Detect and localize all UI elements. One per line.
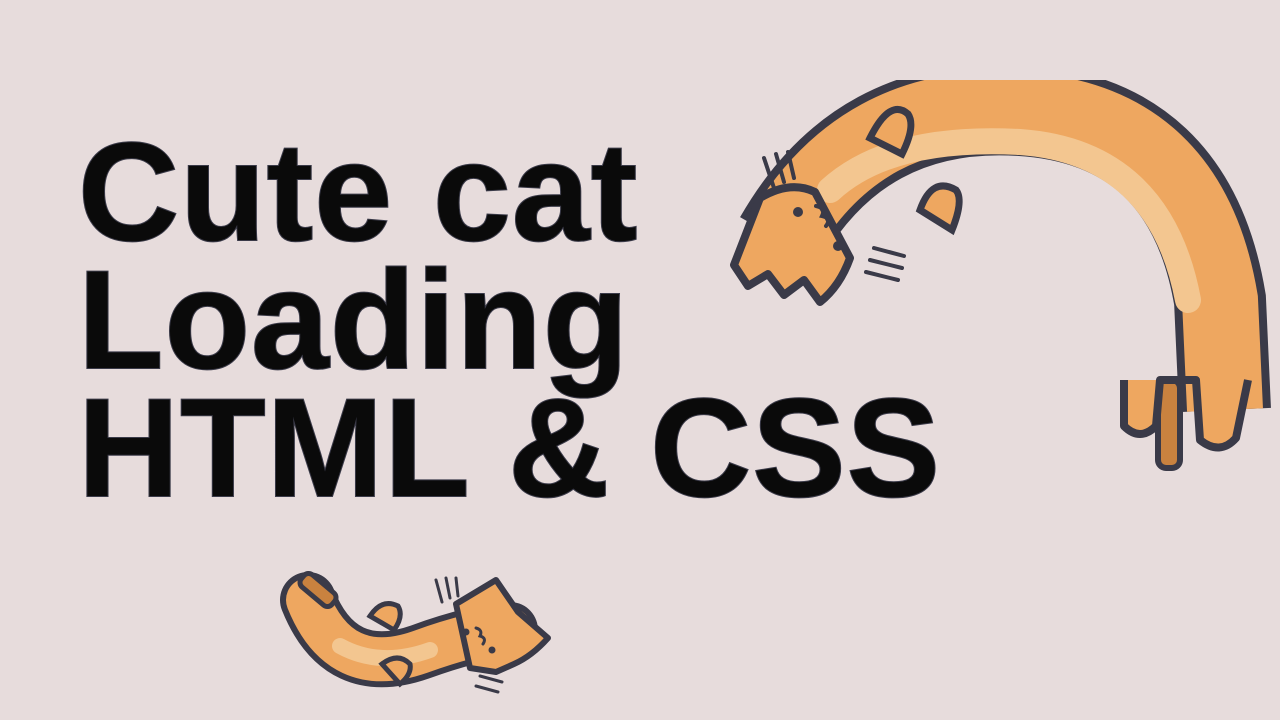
small-cat-eye-left bbox=[462, 628, 470, 636]
large-cat-illustration bbox=[730, 80, 1271, 471]
large-cat-whiskers-bottom bbox=[864, 246, 906, 282]
small-cat-eye-right bbox=[488, 646, 496, 654]
small-cat-illustration bbox=[280, 570, 551, 694]
large-cat-paw-2 bbox=[915, 182, 963, 236]
small-cat-whiskers-top bbox=[434, 576, 460, 604]
large-cat-eye-right bbox=[833, 241, 843, 251]
small-cat-whiskers-bottom bbox=[474, 674, 504, 694]
small-cat-head bbox=[453, 577, 551, 675]
small-cat-paw-1 bbox=[366, 601, 403, 634]
thumbnail-canvas: Cute cat Loading HTML & CSS bbox=[0, 0, 1280, 720]
large-cat-eye-left bbox=[793, 207, 803, 217]
